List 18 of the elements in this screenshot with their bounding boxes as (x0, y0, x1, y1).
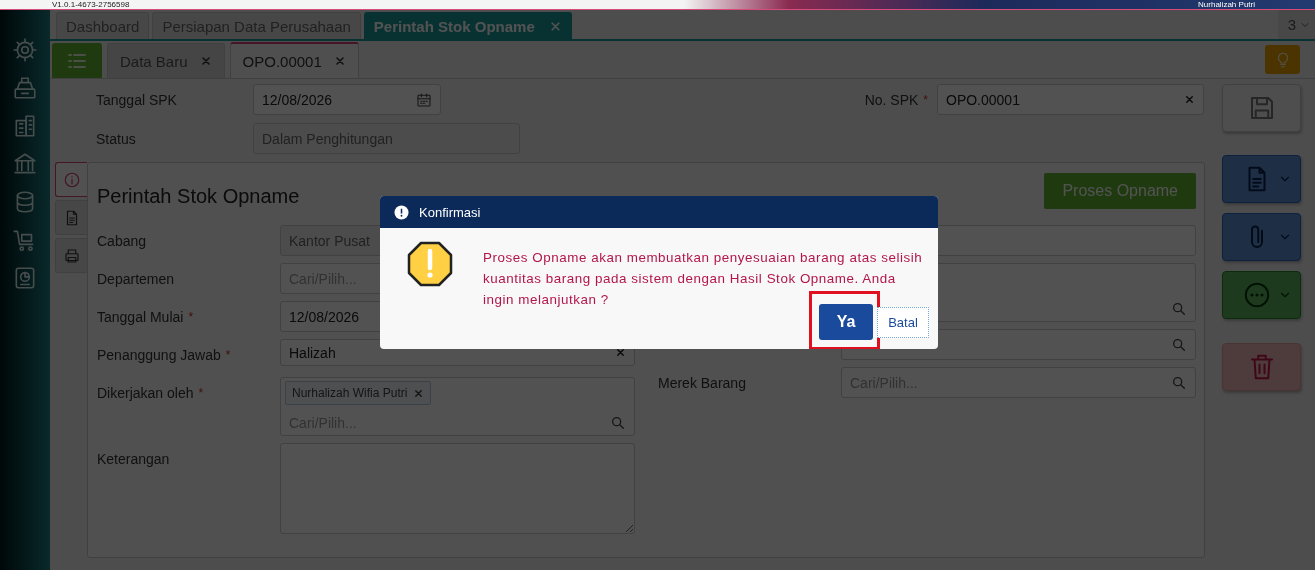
field-label: Dikerjakan oleh (97, 384, 194, 401)
required-marker: * (198, 385, 204, 400)
dialog-title: Konfirmasi (419, 204, 481, 220)
field-label: Tanggal Mulai (97, 308, 184, 325)
field-label: Cabang (97, 232, 147, 249)
user-name: Nurhalizah Putri (1198, 1, 1255, 9)
field-label: Departemen (97, 270, 175, 287)
field-label: Tanggal SPK (96, 91, 177, 108)
required-marker: * (188, 309, 194, 324)
required-marker: * (923, 92, 928, 107)
field-label: Keterangan (97, 450, 170, 467)
field-label: No. SPK (864, 91, 919, 108)
required-marker: * (225, 347, 231, 362)
field-label: Status (96, 130, 136, 147)
version-text: V1.0.1-4673-2756598 (52, 1, 130, 9)
field-label: Merek Barang (658, 374, 746, 391)
field-label: Penanggung Jawab (97, 346, 221, 363)
panel-title: Perintah Stok Opname (97, 184, 300, 208)
